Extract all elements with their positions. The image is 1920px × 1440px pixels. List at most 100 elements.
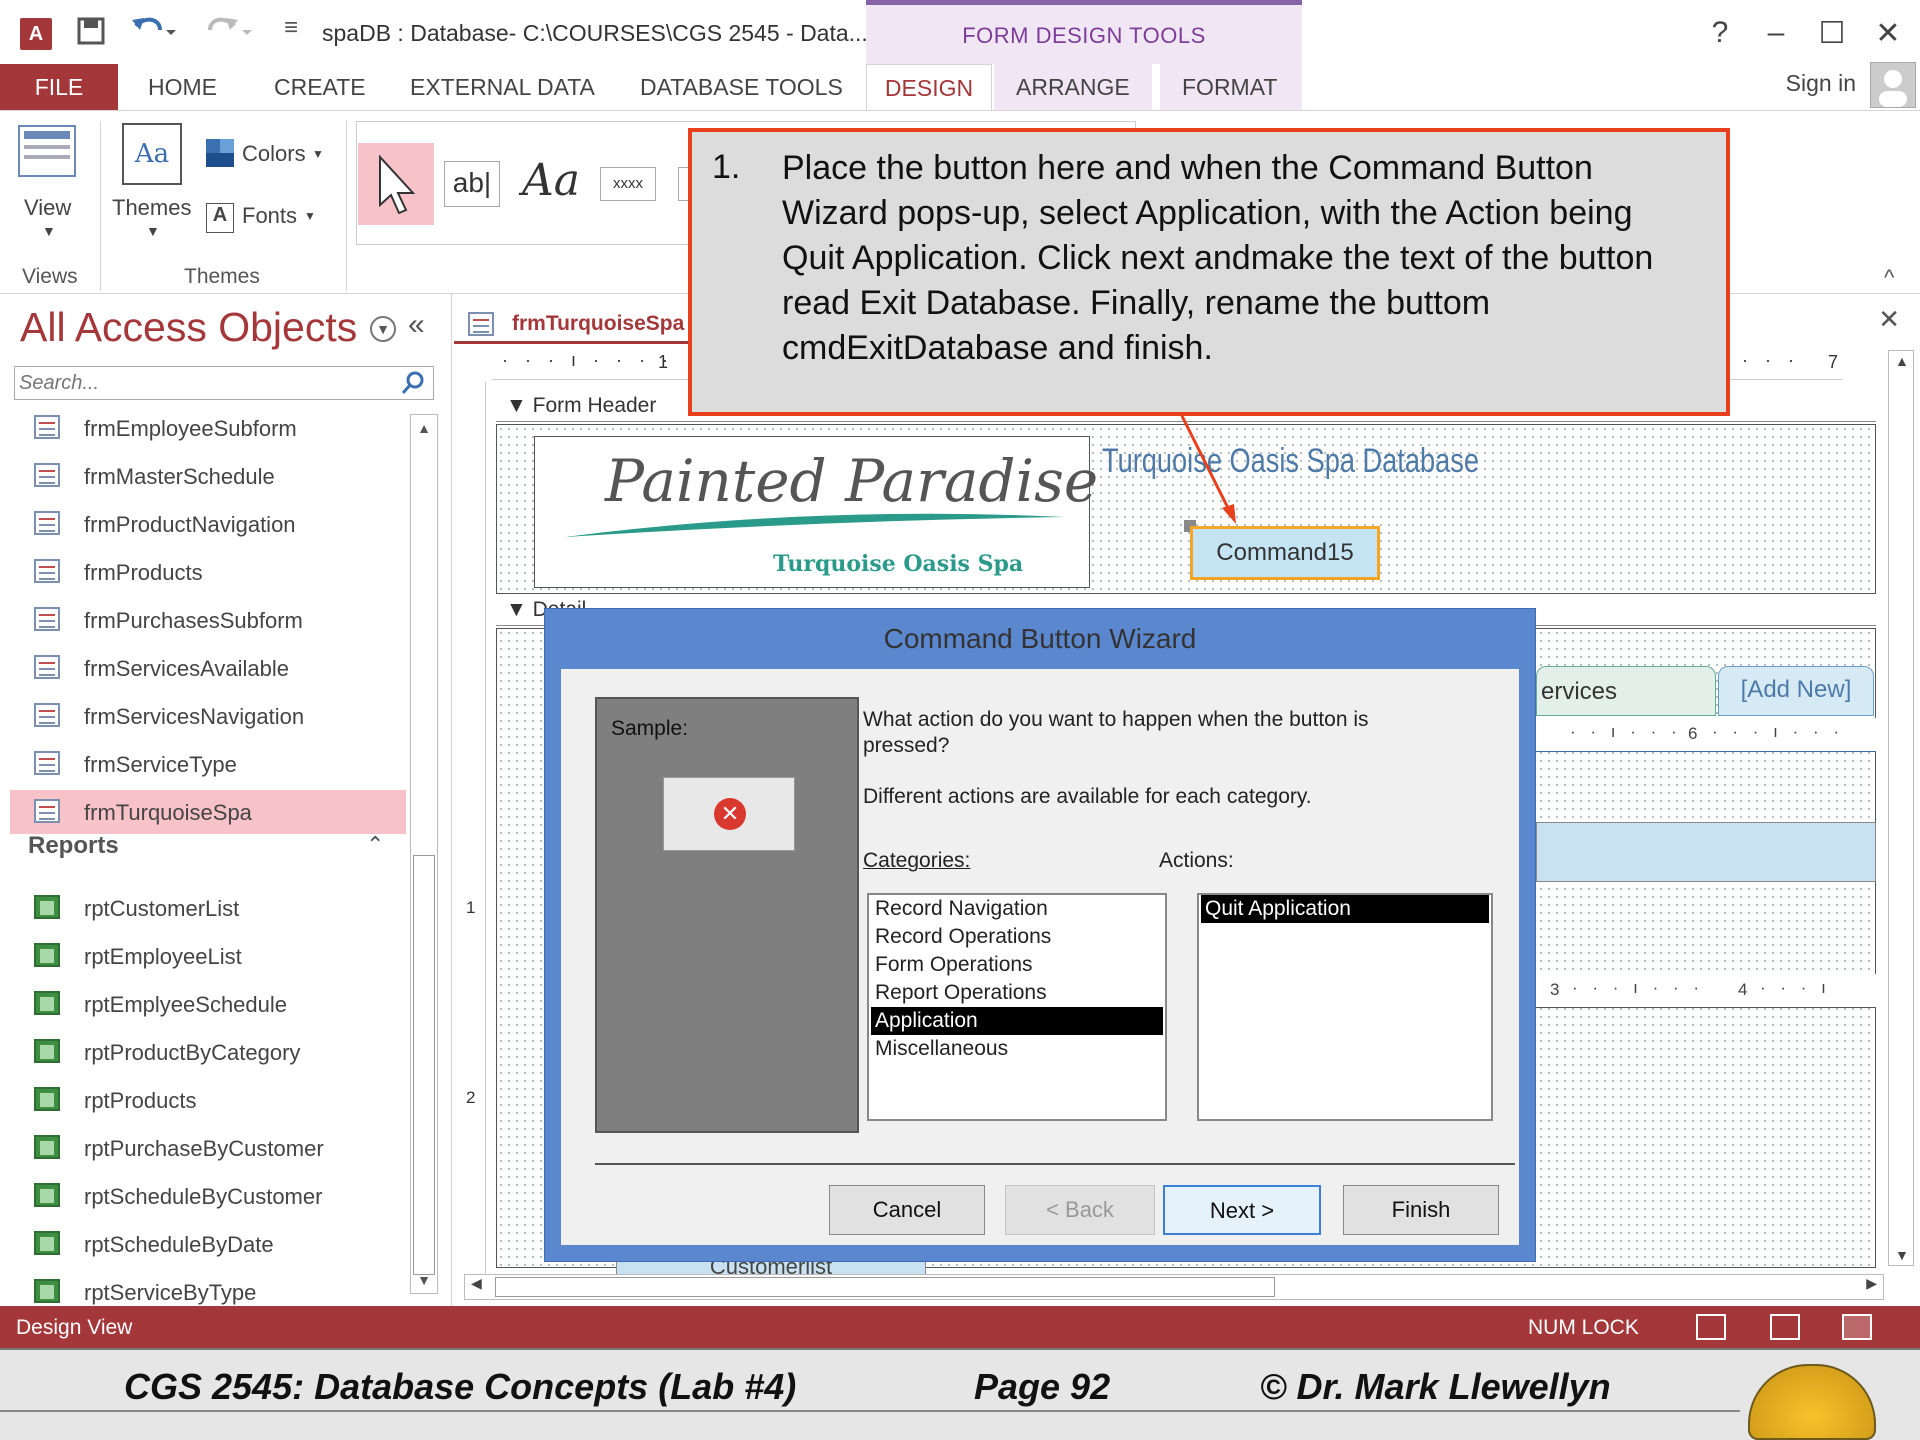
scroll-down-icon[interactable]: ▼ bbox=[411, 1267, 437, 1293]
nav-item-report[interactable]: rptPurchaseByCustomer bbox=[10, 1126, 406, 1170]
categories-listbox[interactable]: Record Navigation Record Operations Form… bbox=[867, 893, 1167, 1121]
document-tab[interactable]: frmTurquoiseSpa bbox=[454, 304, 694, 344]
nav-item-form[interactable]: frmEmployeeSubform bbox=[10, 406, 406, 450]
nav-item-form[interactable]: frmProductNavigation bbox=[10, 502, 406, 546]
nav-item-report[interactable]: rptEmplyeeSchedule bbox=[10, 982, 406, 1026]
tab-format[interactable]: FORMAT bbox=[1160, 64, 1302, 110]
category-option[interactable]: Form Operations bbox=[871, 951, 1163, 979]
nav-search-box[interactable] bbox=[14, 366, 434, 400]
tab-control-tool[interactable] bbox=[678, 167, 688, 201]
colors-button[interactable]: Colors bbox=[242, 141, 306, 167]
themes-button[interactable]: Themes bbox=[112, 195, 191, 221]
nav-scrollbar[interactable]: ▲ ▼ bbox=[410, 414, 438, 1294]
customize-qat-icon[interactable]: ≡ bbox=[284, 14, 298, 42]
nav-item-form[interactable]: frmServicesAvailable bbox=[10, 646, 406, 690]
cancel-button[interactable]: Cancel bbox=[829, 1185, 985, 1235]
command15-button[interactable]: Command15 bbox=[1190, 526, 1380, 580]
nav-item-form[interactable]: frmServiceType bbox=[10, 742, 406, 786]
button-tool[interactable]: xxxx bbox=[600, 167, 656, 201]
scroll-right-icon[interactable]: ▶ bbox=[1866, 1275, 1877, 1292]
view-icon[interactable] bbox=[18, 125, 76, 177]
colors-icon[interactable] bbox=[206, 139, 234, 167]
nav-item-report[interactable]: rptEmployeeList bbox=[10, 934, 406, 978]
scroll-left-icon[interactable]: ◀ bbox=[471, 1275, 482, 1292]
add-new-tab[interactable]: [Add New] bbox=[1718, 666, 1874, 716]
view-dropdown-icon[interactable]: ▼ bbox=[42, 223, 56, 239]
wizard-title: Command Button Wizard bbox=[883, 623, 1197, 654]
nav-item-form-selected[interactable]: frmTurquoiseSpa bbox=[10, 790, 406, 834]
textbox-tool[interactable]: ab| bbox=[444, 161, 500, 207]
select-tool[interactable] bbox=[358, 143, 434, 225]
tab-arrange[interactable]: ARRANGE bbox=[994, 64, 1152, 110]
minimize-button[interactable]: – bbox=[1756, 16, 1796, 50]
redo-icon[interactable] bbox=[206, 12, 254, 54]
ruler-ticks: · · · bbox=[1742, 350, 1800, 370]
label-tool[interactable]: Aa bbox=[522, 155, 580, 206]
scroll-down-icon[interactable]: ▼ bbox=[1895, 1247, 1909, 1263]
nav-item-report[interactable]: rptCustomerList bbox=[10, 886, 406, 930]
subform-control[interactable] bbox=[1536, 822, 1876, 882]
nav-item-label: frmTurquoiseSpa bbox=[84, 800, 252, 825]
maximize-button[interactable]: ☐ bbox=[1812, 16, 1852, 51]
back-button[interactable]: < Back bbox=[1005, 1185, 1155, 1235]
nav-item-report[interactable]: rptScheduleByCustomer bbox=[10, 1174, 406, 1218]
save-icon[interactable] bbox=[76, 16, 106, 54]
logo-image[interactable]: Painted Paradise Turquoise Oasis Spa bbox=[534, 436, 1098, 588]
search-icon[interactable] bbox=[399, 369, 427, 397]
form-view-icon[interactable] bbox=[1696, 1314, 1726, 1340]
search-input[interactable] bbox=[15, 367, 395, 399]
close-button[interactable]: ✕ bbox=[1868, 16, 1908, 51]
view-button[interactable]: View bbox=[24, 195, 71, 221]
fonts-dropdown-icon[interactable]: ▼ bbox=[304, 209, 316, 223]
design-view-icon[interactable] bbox=[1842, 1314, 1872, 1340]
nav-item-form[interactable]: frmProducts bbox=[10, 550, 406, 594]
avatar[interactable] bbox=[1870, 62, 1916, 108]
scroll-thumb[interactable] bbox=[413, 855, 435, 1275]
nav-item-form[interactable]: frmMasterSchedule bbox=[10, 454, 406, 498]
collapse-group-icon[interactable]: ⌃ bbox=[366, 832, 384, 858]
actions-listbox[interactable]: Quit Application bbox=[1197, 893, 1493, 1121]
category-option[interactable]: Miscellaneous bbox=[871, 1035, 1163, 1063]
ruler-ticks: · · · ı bbox=[1760, 978, 1831, 997]
close-document-icon[interactable]: ✕ bbox=[1878, 304, 1900, 335]
horizontal-scrollbar[interactable]: ◀ ▶ bbox=[464, 1274, 1884, 1300]
collapse-ribbon-button[interactable]: ^ bbox=[1884, 265, 1894, 291]
tab-design[interactable]: DESIGN bbox=[866, 64, 992, 110]
nav-collapse-icon[interactable]: « bbox=[408, 308, 425, 342]
tab-home[interactable]: HOME bbox=[126, 64, 239, 110]
reports-group-header[interactable]: Reports bbox=[28, 832, 119, 860]
category-option[interactable]: Record Navigation bbox=[871, 895, 1163, 923]
nav-item-form[interactable]: frmServicesNavigation bbox=[10, 694, 406, 738]
scroll-thumb[interactable] bbox=[495, 1277, 1275, 1297]
finish-button[interactable]: Finish bbox=[1343, 1185, 1499, 1235]
themes-icon[interactable]: Aa bbox=[122, 123, 182, 185]
help-button[interactable]: ? bbox=[1700, 16, 1740, 50]
nav-item-form[interactable]: frmPurchasesSubform bbox=[10, 598, 406, 642]
tab-file[interactable]: FILE bbox=[0, 64, 118, 110]
action-option-selected[interactable]: Quit Application bbox=[1201, 895, 1489, 923]
tab-create[interactable]: CREATE bbox=[252, 64, 388, 110]
nav-pane-title[interactable]: All Access Objects bbox=[20, 304, 357, 351]
fonts-icon[interactable]: A bbox=[206, 203, 234, 233]
colors-dropdown-icon[interactable]: ▼ bbox=[312, 147, 324, 161]
undo-icon[interactable] bbox=[130, 12, 178, 54]
services-tab[interactable]: ervices bbox=[1536, 666, 1716, 716]
scroll-up-icon[interactable]: ▲ bbox=[1895, 353, 1909, 369]
nav-item-report[interactable]: rptProducts bbox=[10, 1078, 406, 1122]
themes-dropdown-icon[interactable]: ▼ bbox=[146, 223, 160, 239]
form-title-label[interactable]: Turquoise Oasis Spa Database bbox=[1102, 442, 1479, 481]
next-button[interactable]: Next > bbox=[1163, 1185, 1321, 1235]
vertical-scrollbar[interactable]: ▲ ▼ bbox=[1888, 350, 1914, 1266]
tab-database-tools[interactable]: DATABASE TOOLS bbox=[618, 64, 865, 110]
fonts-button[interactable]: Fonts bbox=[242, 203, 297, 229]
nav-item-report[interactable]: rptScheduleByDate bbox=[10, 1222, 406, 1266]
scroll-up-icon[interactable]: ▲ bbox=[411, 415, 437, 441]
nav-item-report[interactable]: rptProductByCategory bbox=[10, 1030, 406, 1074]
sign-in-link[interactable]: Sign in bbox=[1786, 70, 1856, 97]
nav-menu-dropdown-icon[interactable]: ▼ bbox=[370, 316, 396, 342]
category-option[interactable]: Record Operations bbox=[871, 923, 1163, 951]
layout-view-icon[interactable] bbox=[1770, 1314, 1800, 1340]
category-option[interactable]: Report Operations bbox=[871, 979, 1163, 1007]
tab-external-data[interactable]: EXTERNAL DATA bbox=[388, 64, 617, 110]
category-option-selected[interactable]: Application bbox=[871, 1007, 1163, 1035]
